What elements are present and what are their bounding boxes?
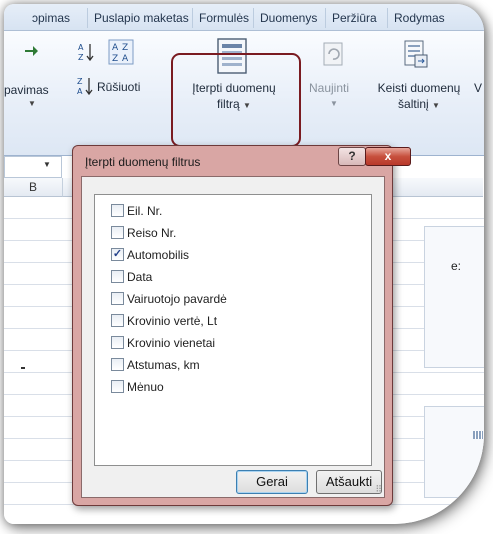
checkbox[interactable]	[111, 380, 124, 394]
field-label: Automobilis	[127, 248, 190, 262]
chevron-down-icon: ▼	[28, 99, 36, 108]
checkbox-checked[interactable]: ✓	[111, 248, 124, 262]
tab-view[interactable]: Rodymas	[387, 8, 451, 28]
field-item-eil-nr[interactable]: Eil. Nr.	[111, 201, 162, 221]
chevron-down-icon: ▼	[432, 101, 440, 110]
sort-ascending-icon[interactable]: AZ	[76, 41, 98, 63]
change-source-icon[interactable]	[403, 39, 429, 69]
svg-text:Z: Z	[78, 53, 84, 62]
field-label: Krovinio vertė, Lt	[127, 314, 218, 328]
ribbon-group-label[interactable]: pavimas	[4, 83, 49, 97]
resize-grip-icon[interactable]: ⠿	[375, 484, 382, 495]
field-label: Vairuotojo pavardė	[127, 292, 227, 306]
field-label: Mėnuo	[127, 380, 164, 394]
pivot-panel-fragment: e:	[424, 226, 484, 368]
field-item-atstumas[interactable]: Atstumas, km	[111, 355, 200, 375]
ok-button[interactable]: Gerai	[236, 470, 308, 494]
sort-dialog-icon[interactable]: AZZA	[108, 39, 134, 65]
field-item-data[interactable]: Data	[111, 267, 152, 287]
checkbox[interactable]	[111, 204, 124, 218]
field-item-krovinio-vienetai[interactable]: Krovinio vienetai	[111, 333, 215, 353]
tab-data[interactable]: Duomenys	[253, 8, 323, 28]
screenshot-frame: ɔpimas Puslapio maketas Formulės Duomeny…	[4, 4, 484, 524]
checkbox[interactable]	[111, 336, 124, 350]
field-item-krovinio-verte[interactable]: Krovinio vertė, Lt	[111, 311, 217, 331]
change-source-button-line2[interactable]: šaltinį ▼	[369, 97, 469, 111]
change-source-button[interactable]: Keisti duomenų	[369, 81, 469, 95]
cell-cursor-mark	[21, 367, 25, 369]
insert-slicers-dialog: Įterpti duomenų filtrus ? x Eil. Nr. Rei…	[72, 145, 411, 506]
svg-text:Z: Z	[77, 77, 83, 86]
refresh-button[interactable]: Naujinti	[309, 81, 349, 95]
svg-text:A: A	[78, 43, 84, 52]
name-box[interactable]: ▼	[4, 156, 62, 178]
checkbox[interactable]	[111, 270, 124, 284]
change-source-label-line2: šaltinį	[398, 97, 429, 111]
field-label: Eil. Nr.	[127, 204, 163, 218]
field-label: Krovinio vienetai	[127, 336, 216, 350]
field-item-menuo[interactable]: Mėnuo	[111, 377, 164, 397]
checkbox[interactable]	[111, 226, 124, 240]
close-button[interactable]: x	[365, 147, 411, 166]
table-icon	[473, 431, 483, 439]
checkbox[interactable]	[111, 314, 124, 328]
field-label: Atstumas, km	[127, 358, 200, 372]
field-item-vairuotojo-pavarde[interactable]: Vairuotojo pavardė	[111, 289, 227, 309]
help-button[interactable]: ?	[338, 147, 366, 166]
cancel-button[interactable]: Atšaukti	[316, 470, 382, 494]
tab-data-layout[interactable]: ɔpimas	[26, 8, 76, 28]
checkbox[interactable]	[111, 292, 124, 306]
refresh-icon	[322, 41, 344, 67]
pivot-panel-label: e:	[451, 259, 462, 273]
tab-formulas[interactable]: Formulės	[192, 8, 255, 28]
field-item-reiso-nr[interactable]: Reiso Nr.	[111, 223, 176, 243]
svg-text:Z: Z	[112, 54, 118, 64]
field-item-automobilis[interactable]: ✓ Automobilis	[111, 245, 189, 265]
column-header-b[interactable]: B	[4, 178, 63, 197]
tab-page-layout[interactable]: Puslapio maketas	[87, 8, 195, 28]
field-label: Data	[127, 270, 153, 284]
group-arrow-icon[interactable]	[22, 41, 40, 59]
slicer-highlight	[171, 53, 301, 147]
dialog-title: Įterpti duomenų filtrus	[85, 155, 201, 169]
sort-button[interactable]: Rūšiuoti	[97, 80, 140, 94]
svg-text:A: A	[77, 87, 83, 96]
checkbox[interactable]	[111, 358, 124, 372]
dialog-body: Eil. Nr. Reiso Nr. ✓ Automobilis Data Vai…	[81, 176, 385, 498]
pivot-panel-box	[424, 406, 484, 498]
svg-text:A: A	[122, 54, 129, 64]
ribbon-cutoff-label[interactable]: V	[474, 81, 482, 95]
tab-review[interactable]: Peržiūra	[325, 8, 383, 28]
field-label: Reiso Nr.	[127, 226, 177, 240]
ribbon-tab-strip: ɔpimas Puslapio maketas Formulės Duomeny…	[4, 4, 484, 31]
chevron-down-icon: ▼	[330, 99, 338, 108]
field-list[interactable]: Eil. Nr. Reiso Nr. ✓ Automobilis Data Vai…	[94, 194, 372, 466]
svg-text:A: A	[112, 43, 119, 53]
svg-text:Z: Z	[122, 43, 128, 53]
sort-descending-icon[interactable]: ZA	[76, 75, 94, 97]
chevron-down-icon: ▼	[43, 160, 51, 169]
